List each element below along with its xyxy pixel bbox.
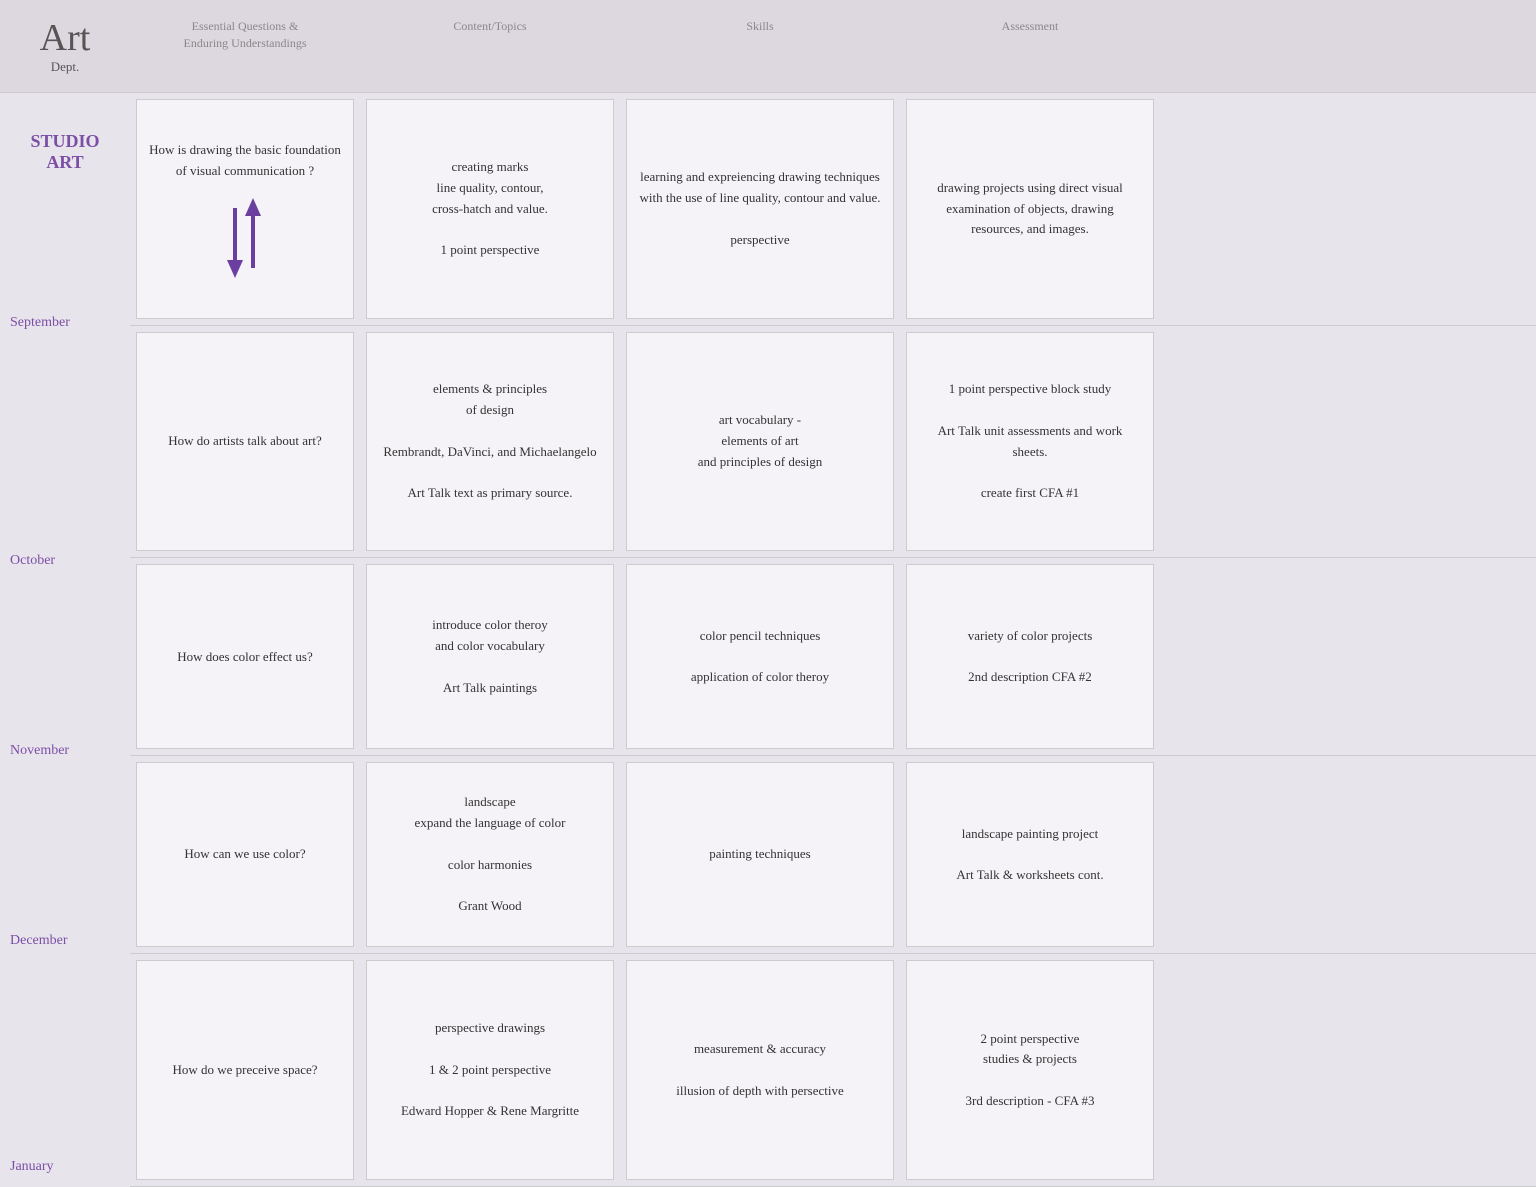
col-header-eq: Essential Questions & Enduring Understan…	[130, 10, 360, 82]
cell-2-skills: art vocabulary - elements of art and pri…	[626, 332, 894, 552]
grid-row-1: How is drawing the basic foundation of v…	[130, 93, 1536, 326]
cell-4-eq: How can we use color?	[136, 762, 354, 947]
cell-2-eq: How do artists talk about art?	[136, 332, 354, 552]
cell-5-content: perspective drawings 1 & 2 point perspec…	[366, 960, 614, 1180]
col-header-skills: Skills	[620, 10, 900, 82]
label-january: January	[0, 961, 130, 1187]
left-labels: STUDIO ART September October November De…	[0, 93, 130, 1187]
cell-1-content: creating marks line quality, contour, cr…	[366, 99, 614, 319]
cell-2-content: elements & principles of design Rembrand…	[366, 332, 614, 552]
label-studio: STUDIO ART	[0, 93, 130, 212]
cell-3-skills: color pencil techniques application of c…	[626, 564, 894, 749]
cell-3-assessment: variety of color projects 2nd descriptio…	[906, 564, 1154, 749]
cell-4-skills: painting techniques	[626, 762, 894, 947]
cell-2-assessment: 1 point perspective block study Art Talk…	[906, 332, 1154, 552]
cell-4-assessment: landscape painting project Art Talk & wo…	[906, 762, 1154, 947]
cell-5-eq: How do we preceive space?	[136, 960, 354, 1180]
cell-4-content: landscape expand the language of color c…	[366, 762, 614, 947]
label-december: December	[0, 771, 130, 961]
grid-row-4: How can we use color? landscape expand t…	[130, 756, 1536, 954]
content-area: STUDIO ART September October November De…	[0, 93, 1536, 1187]
arrows-icon	[215, 198, 275, 278]
page: Art Dept. Essential Questions & Enduring…	[0, 0, 1536, 1187]
col-header-assessment: Assessment	[900, 10, 1160, 82]
cell-1-eq-text: How is drawing the basic foundation of v…	[149, 140, 341, 182]
cell-5-assessment: 2 point perspective studies & projects 3…	[906, 960, 1154, 1180]
main-grid: How is drawing the basic foundation of v…	[130, 93, 1536, 1187]
grid-row-3: How does color effect us? introduce colo…	[130, 558, 1536, 756]
cell-1-skills: learning and expreiencing drawing techni…	[626, 99, 894, 319]
label-november: November	[0, 581, 130, 771]
cell-1-eq: How is drawing the basic foundation of v…	[136, 99, 354, 319]
dept-title-text: Art	[40, 17, 91, 59]
cell-3-content: introduce color theroy and color vocabul…	[366, 564, 614, 749]
dept-title: Art Dept.	[0, 10, 130, 82]
cell-1-assessment: drawing projects using direct visual exa…	[906, 99, 1154, 319]
grid-row-2: How do artists talk about art? elements …	[130, 326, 1536, 559]
cell-5-skills: measurement & accuracy illusion of depth…	[626, 960, 894, 1180]
dept-sub-text: Dept.	[12, 60, 118, 74]
header-row: Art Dept. Essential Questions & Enduring…	[0, 0, 1536, 93]
cell-3-eq: How does color effect us?	[136, 564, 354, 749]
grid-row-5: How do we preceive space? perspective dr…	[130, 954, 1536, 1187]
label-september: September	[0, 212, 130, 343]
label-october: October	[0, 343, 130, 581]
col-header-content: Content/Topics	[360, 10, 620, 82]
